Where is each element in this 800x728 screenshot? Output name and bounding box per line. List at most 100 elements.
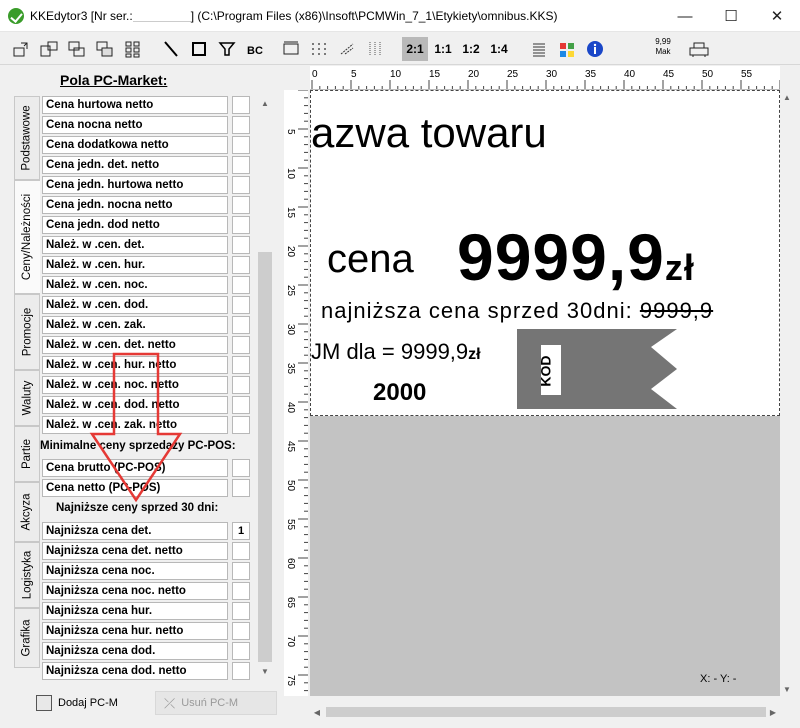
maximize-button[interactable]: ☐ — [708, 0, 754, 32]
ruler-label: 15 — [285, 207, 296, 219]
image-tool-icon[interactable] — [216, 37, 238, 61]
list-item[interactable]: Należ. w .cen. dod. — [42, 296, 228, 314]
price-currency: zł — [664, 247, 695, 288]
list-icon[interactable] — [528, 37, 550, 61]
list-item[interactable]: Najniższa cena hur. — [42, 602, 228, 620]
list-item[interactable]: Należ. w .cen. det. — [42, 236, 228, 254]
list-item[interactable]: Cena jedn. dod netto — [42, 216, 228, 234]
scroll-left-icon[interactable]: ◀ — [310, 705, 324, 719]
list-item[interactable]: Cena jedn. hurtowa netto — [42, 176, 228, 194]
paste-icon[interactable] — [94, 37, 116, 61]
list-item[interactable]: Najniższa cena det. — [42, 522, 228, 540]
product-name-field[interactable]: azwa towaru — [311, 109, 547, 157]
svg-text:BC: BC — [247, 45, 263, 57]
label-size-icon[interactable] — [280, 37, 302, 61]
tab-akcyza[interactable]: Akcyza — [14, 482, 40, 542]
title-bar: KKEdytor3 [Nr ser.:] (C:\Program Files (… — [0, 0, 800, 32]
list-item[interactable]: Najniższa cena det. netto — [42, 542, 228, 560]
number-field[interactable]: 2000 — [373, 379, 426, 407]
list-item-value — [232, 396, 250, 414]
zoom-1-4-button[interactable]: 1:4 — [486, 37, 512, 61]
zoom-1-2-button[interactable]: 1:2 — [458, 37, 484, 61]
horizontal-scroll-thumb[interactable] — [326, 707, 766, 717]
scroll-up-icon[interactable]: ▲ — [258, 96, 272, 110]
top-ruler-ticks: 0 5 10 15 20 25 30 35 40 45 50 55 — [311, 69, 780, 89]
list-item[interactable]: Najniższa cena noc. netto — [42, 582, 228, 600]
insert-field-icon[interactable] — [10, 37, 32, 61]
zoom-2-1-button[interactable]: 2:1 — [402, 37, 428, 61]
close-button[interactable]: ✕ — [754, 0, 800, 32]
copy-icon[interactable] — [66, 37, 88, 61]
scroll-down-icon[interactable]: ▼ — [258, 664, 272, 678]
zoom-1-1-button[interactable]: 1:1 — [430, 37, 456, 61]
list-item[interactable]: Najniższa cena noc. — [42, 562, 228, 580]
list-item[interactable]: Cena hurtowa netto — [42, 96, 228, 114]
list-item-value — [232, 479, 250, 497]
insert-text-icon[interactable] — [38, 37, 60, 61]
redacted-serial — [132, 11, 191, 23]
list-item[interactable]: Cena dodatkowa netto — [42, 136, 228, 154]
ruler-label: 65 — [285, 597, 296, 609]
tab-logistyka[interactable]: Logistyka — [14, 542, 40, 608]
canvas-vertical-scrollbar[interactable]: ▲ ▼ — [780, 90, 794, 696]
list-item[interactable]: Najniższa cena dod. — [42, 642, 228, 660]
print-icon[interactable] — [688, 37, 710, 61]
tab-grafika[interactable]: Grafika — [14, 608, 40, 668]
canvas-scroll-up-icon[interactable]: ▲ — [780, 90, 794, 104]
ruler-label: 25 — [507, 69, 519, 80]
list-item-value — [232, 196, 250, 214]
list-item[interactable]: Cena jedn. nocna netto — [42, 196, 228, 214]
top-ruler: 0 5 10 15 20 25 30 35 40 45 50 55 — [310, 66, 780, 90]
barcode-tool-icon[interactable]: BC — [244, 37, 266, 61]
scroll-right-icon[interactable]: ▶ — [766, 705, 780, 719]
minimize-button[interactable]: — — [662, 0, 708, 32]
unit-price-currency: zł — [468, 346, 481, 363]
barcode-text: KOD — [538, 355, 554, 387]
list-item-value — [232, 662, 250, 680]
toolbar: BC 2:1 1:1 1:2 1:4 9,99 Mak — [0, 33, 800, 65]
ruler-label: 35 — [585, 69, 597, 80]
list-item[interactable]: Najniższa cena hur. netto — [42, 622, 228, 640]
list-item[interactable]: Należ. w .cen. hur. — [42, 256, 228, 274]
list-item-value — [232, 256, 250, 274]
canvas-scroll-down-icon[interactable]: ▼ — [780, 682, 794, 696]
align-icon[interactable] — [364, 37, 386, 61]
rotate-icon[interactable] — [336, 37, 358, 61]
title-prefix: KKEdytor3 [Nr ser.: — [30, 9, 133, 23]
tab-ceny-naleznosci[interactable]: Ceny/Należności — [14, 180, 40, 294]
unit-price-field[interactable]: JM dla = 9999,9zł — [311, 339, 481, 365]
list-item[interactable]: Należ. w .cen. noc. — [42, 276, 228, 294]
ruler-label: 45 — [663, 69, 675, 80]
lowest-price-field[interactable]: najniższa cena sprzed 30dni: 9999,9 — [321, 298, 713, 324]
list-item-value — [232, 642, 250, 660]
line-tool-icon[interactable] — [160, 37, 182, 61]
tab-partie[interactable]: Partie — [14, 426, 40, 482]
grid-icon[interactable] — [122, 37, 144, 61]
add-pcm-button[interactable]: Dodaj PC-M — [36, 691, 146, 715]
add-field-icon — [36, 695, 52, 711]
mak-price-button[interactable]: 9,99 Mak — [648, 37, 678, 61]
tab-podstawowe[interactable]: Podstawowe — [14, 96, 40, 180]
scrollbar-thumb[interactable] — [258, 252, 272, 662]
list-item[interactable]: Najniższa cena dod. netto — [42, 662, 228, 680]
list-item-value — [232, 136, 250, 154]
ruler-label: 30 — [285, 324, 296, 336]
list-item[interactable]: Cena jedn. det. netto — [42, 156, 228, 174]
label-canvas[interactable]: azwa towaru cena 9999,9zł najniższa cena… — [310, 90, 780, 416]
rectangle-tool-icon[interactable] — [188, 37, 210, 61]
mak-price: 9,99 — [655, 37, 671, 46]
grid-dots-icon[interactable] — [308, 37, 330, 61]
ruler-label: 5 — [285, 129, 296, 135]
price-field[interactable]: 9999,9zł — [457, 219, 695, 295]
cena-word-field[interactable]: cena — [327, 237, 414, 282]
tab-waluty[interactable]: Waluty — [14, 370, 40, 426]
ruler-label: 35 — [285, 363, 296, 375]
canvas-horizontal-scrollbar[interactable]: ◀ ▶ — [310, 704, 780, 720]
list-item[interactable]: Cena nocna netto — [42, 116, 228, 134]
remove-pcm-button[interactable]: ⤫ Usuń PC-M — [155, 691, 277, 715]
info-icon[interactable] — [584, 37, 606, 61]
list-item[interactable]: Należ. w .cen. zak. — [42, 316, 228, 334]
colors-icon[interactable] — [556, 37, 578, 61]
ruler-label: 20 — [468, 69, 480, 80]
tab-promocje[interactable]: Promocje — [14, 294, 40, 370]
